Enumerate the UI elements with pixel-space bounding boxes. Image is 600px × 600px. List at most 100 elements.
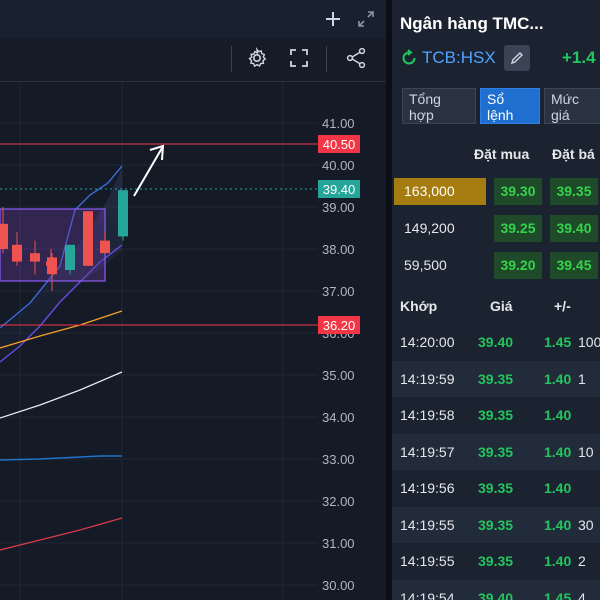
- price-axis-label: 39.00: [322, 200, 355, 215]
- chart-topbar: [0, 0, 386, 39]
- match-price-header: Giá: [490, 298, 513, 314]
- match-change-header: +/-: [554, 298, 571, 314]
- price-axis-label: 34.00: [322, 410, 355, 425]
- orderbook-bid[interactable]: 39.20: [494, 252, 542, 279]
- match-row[interactable]: 14:19:54 39.40 1.45 4: [392, 579, 600, 600]
- candle-body[interactable]: [65, 244, 75, 270]
- orderbook-bid[interactable]: 39.25: [494, 215, 542, 242]
- candle-body[interactable]: [83, 211, 93, 266]
- price-axis-label: 40.00: [322, 158, 355, 173]
- match-price: 39.35: [478, 553, 514, 569]
- price-axis-label: 33.00: [322, 452, 355, 467]
- match-time: 14:19:58: [400, 407, 455, 423]
- price-axis-label: 38.00: [322, 242, 355, 257]
- ask-header: Đặt bá: [552, 146, 595, 162]
- match-volume: 2: [578, 553, 586, 569]
- price-axis-label: 41.00: [322, 116, 355, 131]
- match-price: 39.35: [478, 407, 514, 423]
- orderbook-row[interactable]: 149,200 39.25 39.40: [392, 211, 600, 245]
- match-row[interactable]: 14:19:56 39.35 1.40: [392, 470, 600, 506]
- price-tag-label: 36.20: [323, 318, 356, 333]
- match-change: 1.40: [544, 443, 572, 460]
- toolbar-divider: [231, 46, 232, 72]
- chart-area[interactable]: 41.0040.0039.0038.0037.0036.0035.0034.00…: [0, 0, 386, 600]
- match-time: 14:19:55: [400, 553, 455, 569]
- price-axis-label: 31.00: [322, 536, 355, 551]
- ma200-line: [0, 517, 123, 551]
- fullscreen-icon[interactable]: [286, 45, 312, 71]
- match-time: 14:20:00: [400, 334, 455, 350]
- match-change: 1.40: [544, 516, 572, 533]
- match-change: 1.45: [544, 589, 572, 600]
- candle-body[interactable]: [100, 240, 110, 254]
- price-axis-label: 35.00: [322, 368, 355, 383]
- candle-body[interactable]: [118, 190, 128, 237]
- orderbook-ask[interactable]: 39.40: [550, 215, 598, 242]
- match-price: 39.35: [478, 480, 514, 496]
- orderbook-ask[interactable]: 39.45: [550, 252, 598, 279]
- toolbar-divider: [326, 46, 327, 72]
- orderbook-bid[interactable]: 39.30: [494, 178, 542, 205]
- price-axis-label: 32.00: [322, 494, 355, 509]
- orderbook-ask[interactable]: 39.35: [550, 178, 598, 205]
- orderbook-row[interactable]: 163,000 39.30 39.35: [392, 174, 600, 208]
- refresh-icon[interactable]: [400, 49, 418, 67]
- orderbook-row[interactable]: 59,500 39.20 39.45: [392, 248, 600, 282]
- match-volume: 4: [578, 589, 586, 600]
- match-price: 39.35: [478, 443, 514, 460]
- candle-body[interactable]: [30, 253, 40, 262]
- candle-body[interactable]: [12, 244, 22, 262]
- price-axis-label: 37.00: [322, 284, 355, 299]
- match-time: 14:19:55: [400, 516, 455, 533]
- ticker-symbol[interactable]: TCB:HSX: [422, 48, 496, 68]
- match-change: 1.40: [544, 480, 572, 496]
- price-change: +1.4: [562, 48, 596, 67]
- match-change: 1.45: [544, 334, 572, 350]
- ticker-row: TCB:HSX: [400, 44, 530, 72]
- match-price: 39.40: [478, 334, 514, 350]
- match-time: 14:19:57: [400, 443, 455, 460]
- match-price: 39.35: [478, 370, 514, 387]
- company-title: Ngân hàng TMC...: [400, 14, 544, 33]
- match-volume: 10: [578, 443, 594, 460]
- match-time-header: Khớp: [400, 298, 438, 314]
- match-change: 1.40: [544, 370, 572, 387]
- match-row[interactable]: 14:19:55 39.35 1.40 30: [392, 506, 600, 543]
- match-volume: 1: [578, 370, 586, 387]
- match-time: 14:19:59: [400, 370, 455, 387]
- plus-icon[interactable]: [322, 8, 344, 30]
- match-row[interactable]: 14:19:59 39.35 1.40 1: [392, 360, 600, 397]
- gridlines: [0, 82, 318, 600]
- match-volume: 30: [578, 516, 594, 533]
- candle-body[interactable]: [0, 223, 8, 249]
- orderbook-volume: 163,000: [394, 178, 486, 205]
- tab-orderbook[interactable]: Sổ lệnh: [480, 88, 540, 124]
- expand-icon[interactable]: [355, 8, 377, 30]
- price-tag-label: 40.50: [323, 137, 356, 152]
- match-row[interactable]: 14:19:58 39.35 1.40: [392, 397, 600, 433]
- candle-body[interactable]: [47, 257, 57, 275]
- tab-summary[interactable]: Tổng hợp: [402, 88, 476, 124]
- match-header: Khớp Giá +/-: [392, 290, 600, 322]
- pencil-icon[interactable]: [503, 45, 530, 71]
- match-price: 39.35: [478, 516, 514, 533]
- match-change: 1.40: [544, 553, 572, 569]
- match-change: 1.40: [544, 407, 572, 423]
- match-row[interactable]: 14:19:55 39.35 1.40 2: [392, 543, 600, 579]
- orderbook-volume: 59,500: [404, 257, 447, 273]
- price-plot[interactable]: 41.0040.0039.0038.0037.0036.0035.0034.00…: [0, 82, 386, 600]
- orderbook-volume: 149,200: [404, 220, 455, 236]
- match-row[interactable]: 14:19:57 39.35 1.40 10: [392, 433, 600, 470]
- tab-price-levels[interactable]: Mức giá: [544, 88, 600, 124]
- stock-panel: Ngân hàng TMC... TCB:HSX +1.4 Tổng hợp S…: [392, 0, 600, 600]
- match-volume: 100: [578, 334, 600, 350]
- breakout-arrow[interactable]: [133, 144, 165, 197]
- share-icon[interactable]: [343, 45, 369, 71]
- ma50-line: [0, 371, 123, 419]
- match-time: 14:19:56: [400, 480, 455, 496]
- match-row[interactable]: 14:20:00 39.40 1.45 100: [392, 324, 600, 360]
- bid-header: Đặt mua: [474, 146, 530, 162]
- gear-icon[interactable]: [244, 45, 270, 71]
- price-axis-label: 30.00: [322, 578, 355, 593]
- chart-toolbar: [0, 38, 386, 82]
